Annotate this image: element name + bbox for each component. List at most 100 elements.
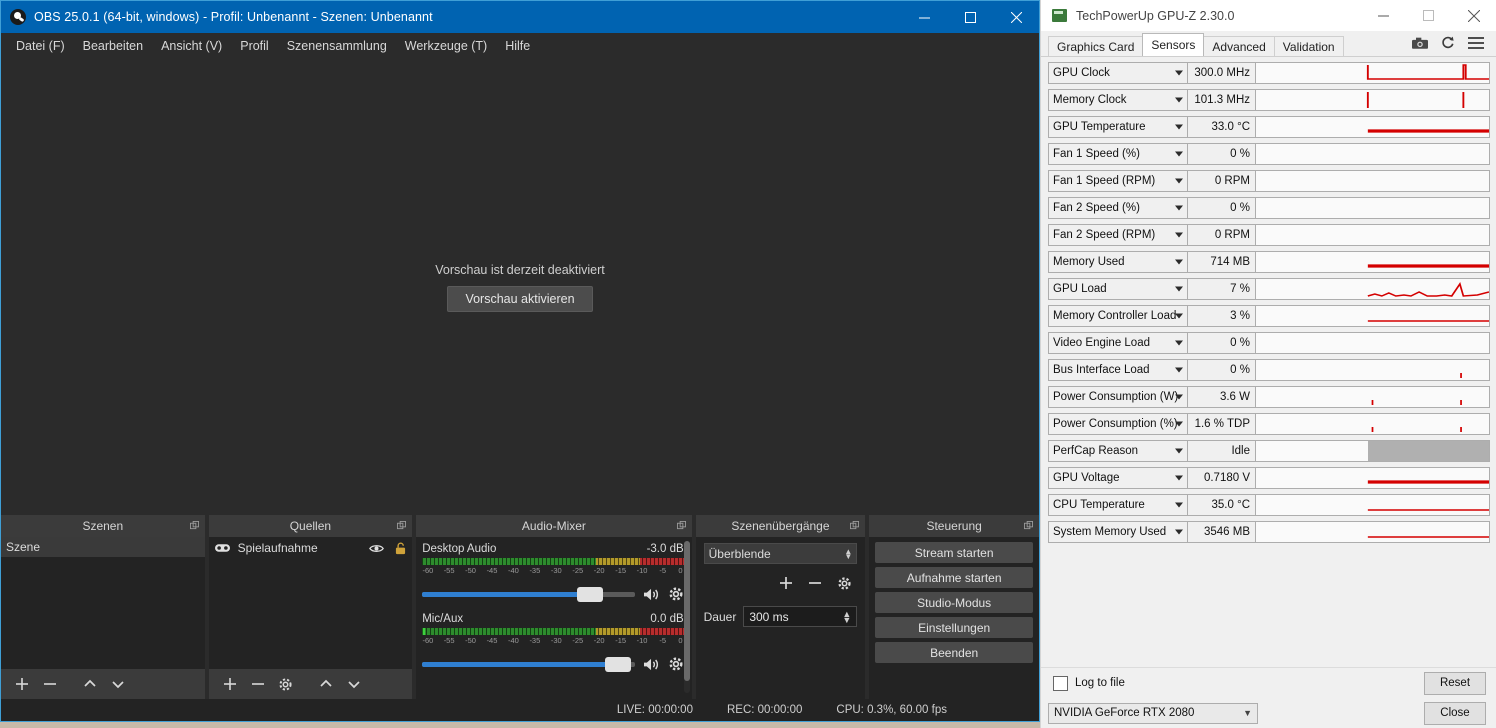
sensor-name-select[interactable]: Video Engine Load bbox=[1048, 332, 1188, 354]
menu-item-hilfe[interactable]: Hilfe bbox=[496, 35, 539, 57]
menu-item-datei[interactable]: Datei (F) bbox=[7, 35, 74, 57]
sensor-name-select[interactable]: Fan 1 Speed (%) bbox=[1048, 143, 1188, 165]
reset-button[interactable]: Reset bbox=[1424, 671, 1486, 695]
remove-icon[interactable] bbox=[802, 571, 828, 595]
chevron-down-icon[interactable] bbox=[1175, 259, 1183, 265]
minimize-icon[interactable] bbox=[901, 1, 947, 33]
chevron-down-icon[interactable]: ▼ bbox=[1243, 708, 1252, 718]
sensor-name-select[interactable]: Bus Interface Load bbox=[1048, 359, 1188, 381]
eye-icon[interactable] bbox=[369, 543, 385, 554]
minimize-icon[interactable] bbox=[1361, 0, 1406, 31]
start-recording-button[interactable]: Aufnahme starten bbox=[875, 567, 1033, 588]
close-button[interactable]: Close bbox=[1424, 701, 1486, 725]
refresh-icon[interactable] bbox=[1441, 35, 1455, 54]
float-icon[interactable] bbox=[397, 521, 407, 530]
sensor-name-select[interactable]: GPU Voltage bbox=[1048, 467, 1188, 489]
properties-icon[interactable] bbox=[831, 571, 857, 595]
tab-advanced[interactable]: Advanced bbox=[1203, 36, 1275, 56]
volume-slider[interactable] bbox=[422, 656, 635, 672]
sources-list[interactable]: Spielaufnahme bbox=[208, 537, 413, 669]
chevron-down-icon[interactable] bbox=[1175, 340, 1183, 346]
add-icon[interactable] bbox=[773, 571, 799, 595]
settings-button[interactable]: Einstellungen bbox=[875, 617, 1033, 638]
settings-gear-icon[interactable] bbox=[668, 656, 684, 672]
chevron-down-icon[interactable] bbox=[1175, 151, 1183, 157]
unlock-icon[interactable] bbox=[395, 542, 406, 555]
settings-gear-icon[interactable] bbox=[668, 586, 684, 602]
float-icon[interactable] bbox=[189, 521, 199, 530]
move-up-icon[interactable] bbox=[77, 672, 103, 696]
menu-item-szenensammlung[interactable]: Szenensammlung bbox=[278, 35, 396, 57]
chevron-down-icon[interactable] bbox=[1175, 448, 1183, 454]
enable-preview-button[interactable]: Vorschau aktivieren bbox=[447, 285, 593, 312]
sensor-name-select[interactable]: Memory Used bbox=[1048, 251, 1188, 273]
maximize-icon[interactable] bbox=[1406, 0, 1451, 31]
studio-mode-button[interactable]: Studio-Modus bbox=[875, 592, 1033, 613]
sensor-name-select[interactable]: Fan 1 Speed (RPM) bbox=[1048, 170, 1188, 192]
sensor-name-select[interactable]: Power Consumption (W) bbox=[1048, 386, 1188, 408]
sensor-name-select[interactable]: GPU Clock bbox=[1048, 62, 1188, 84]
chevron-down-icon[interactable] bbox=[1175, 421, 1183, 427]
chevron-down-icon[interactable] bbox=[1175, 178, 1183, 184]
slider-handle[interactable] bbox=[577, 586, 604, 602]
float-icon[interactable] bbox=[676, 521, 686, 530]
sensor-name-select[interactable]: System Memory Used bbox=[1048, 521, 1188, 543]
close-icon[interactable] bbox=[993, 1, 1039, 33]
volume-slider[interactable] bbox=[422, 586, 635, 602]
camera-icon[interactable] bbox=[1412, 36, 1428, 54]
duration-input[interactable]: 300 ms ▲ ▼ bbox=[743, 606, 858, 627]
chevron-down-icon[interactable] bbox=[1175, 286, 1183, 292]
close-icon[interactable] bbox=[1451, 0, 1496, 31]
maximize-icon[interactable] bbox=[947, 1, 993, 33]
float-icon[interactable] bbox=[850, 521, 860, 530]
chevron-down-icon[interactable] bbox=[1175, 394, 1183, 400]
sensor-name-select[interactable]: Fan 2 Speed (%) bbox=[1048, 197, 1188, 219]
menu-icon[interactable] bbox=[1468, 36, 1484, 54]
move-down-icon[interactable] bbox=[341, 672, 367, 696]
menu-item-profil[interactable]: Profil bbox=[231, 35, 277, 57]
menu-item-werkzeuge[interactable]: Werkzeuge (T) bbox=[396, 35, 496, 57]
remove-icon[interactable] bbox=[37, 672, 63, 696]
speaker-icon[interactable] bbox=[642, 657, 661, 672]
transition-select[interactable]: Überblende ▲ ▼ bbox=[703, 543, 858, 564]
sensor-name-select[interactable]: GPU Load bbox=[1048, 278, 1188, 300]
chevron-down-icon[interactable] bbox=[1175, 475, 1183, 481]
sensor-name-select[interactable]: Memory Clock bbox=[1048, 89, 1188, 111]
sensor-name-select[interactable]: GPU Temperature bbox=[1048, 116, 1188, 138]
remove-icon[interactable] bbox=[245, 672, 271, 696]
move-up-icon[interactable] bbox=[313, 672, 339, 696]
mixer-scrollbar[interactable] bbox=[683, 541, 690, 693]
float-icon[interactable] bbox=[1023, 521, 1033, 530]
sensor-name-select[interactable]: PerfCap Reason bbox=[1048, 440, 1188, 462]
tab-sensors[interactable]: Sensors bbox=[1142, 33, 1205, 56]
exit-button[interactable]: Beenden bbox=[875, 642, 1033, 663]
chevron-down-icon[interactable] bbox=[1175, 97, 1183, 103]
properties-icon[interactable] bbox=[273, 672, 299, 696]
add-icon[interactable] bbox=[217, 672, 243, 696]
chevron-down-icon[interactable] bbox=[1175, 529, 1183, 535]
start-streaming-button[interactable]: Stream starten bbox=[875, 542, 1033, 563]
spinner-arrows-icon[interactable]: ▲ ▼ bbox=[842, 609, 851, 624]
gpu-select[interactable]: NVIDIA GeForce RTX 2080 ▼ bbox=[1048, 702, 1258, 724]
chevron-down-icon[interactable] bbox=[1175, 232, 1183, 238]
menu-item-bearbeiten[interactable]: Bearbeiten bbox=[74, 35, 152, 57]
chevron-updown-icon[interactable]: ▲ ▼ bbox=[844, 547, 852, 560]
tab-graphics-card[interactable]: Graphics Card bbox=[1048, 36, 1144, 56]
list-item[interactable]: Spielaufnahme bbox=[209, 537, 413, 559]
log-to-file-checkbox[interactable] bbox=[1053, 675, 1068, 691]
chevron-down-icon[interactable] bbox=[1175, 502, 1183, 508]
move-down-icon[interactable] bbox=[105, 672, 131, 696]
tab-validation[interactable]: Validation bbox=[1273, 36, 1344, 56]
menu-item-ansicht[interactable]: Ansicht (V) bbox=[152, 35, 231, 57]
chevron-down-icon[interactable] bbox=[1175, 124, 1183, 130]
sensor-name-select[interactable]: Power Consumption (%) bbox=[1048, 413, 1188, 435]
sensor-name-select[interactable]: Memory Controller Load bbox=[1048, 305, 1188, 327]
sensor-name-select[interactable]: CPU Temperature bbox=[1048, 494, 1188, 516]
add-icon[interactable] bbox=[9, 672, 35, 696]
list-item[interactable]: Szene bbox=[1, 537, 205, 557]
scenes-list[interactable]: Szene bbox=[1, 537, 205, 669]
chevron-down-icon[interactable] bbox=[1175, 70, 1183, 76]
chevron-down-icon[interactable] bbox=[1175, 313, 1183, 319]
chevron-down-icon[interactable] bbox=[1175, 205, 1183, 211]
chevron-down-icon[interactable] bbox=[1175, 367, 1183, 373]
